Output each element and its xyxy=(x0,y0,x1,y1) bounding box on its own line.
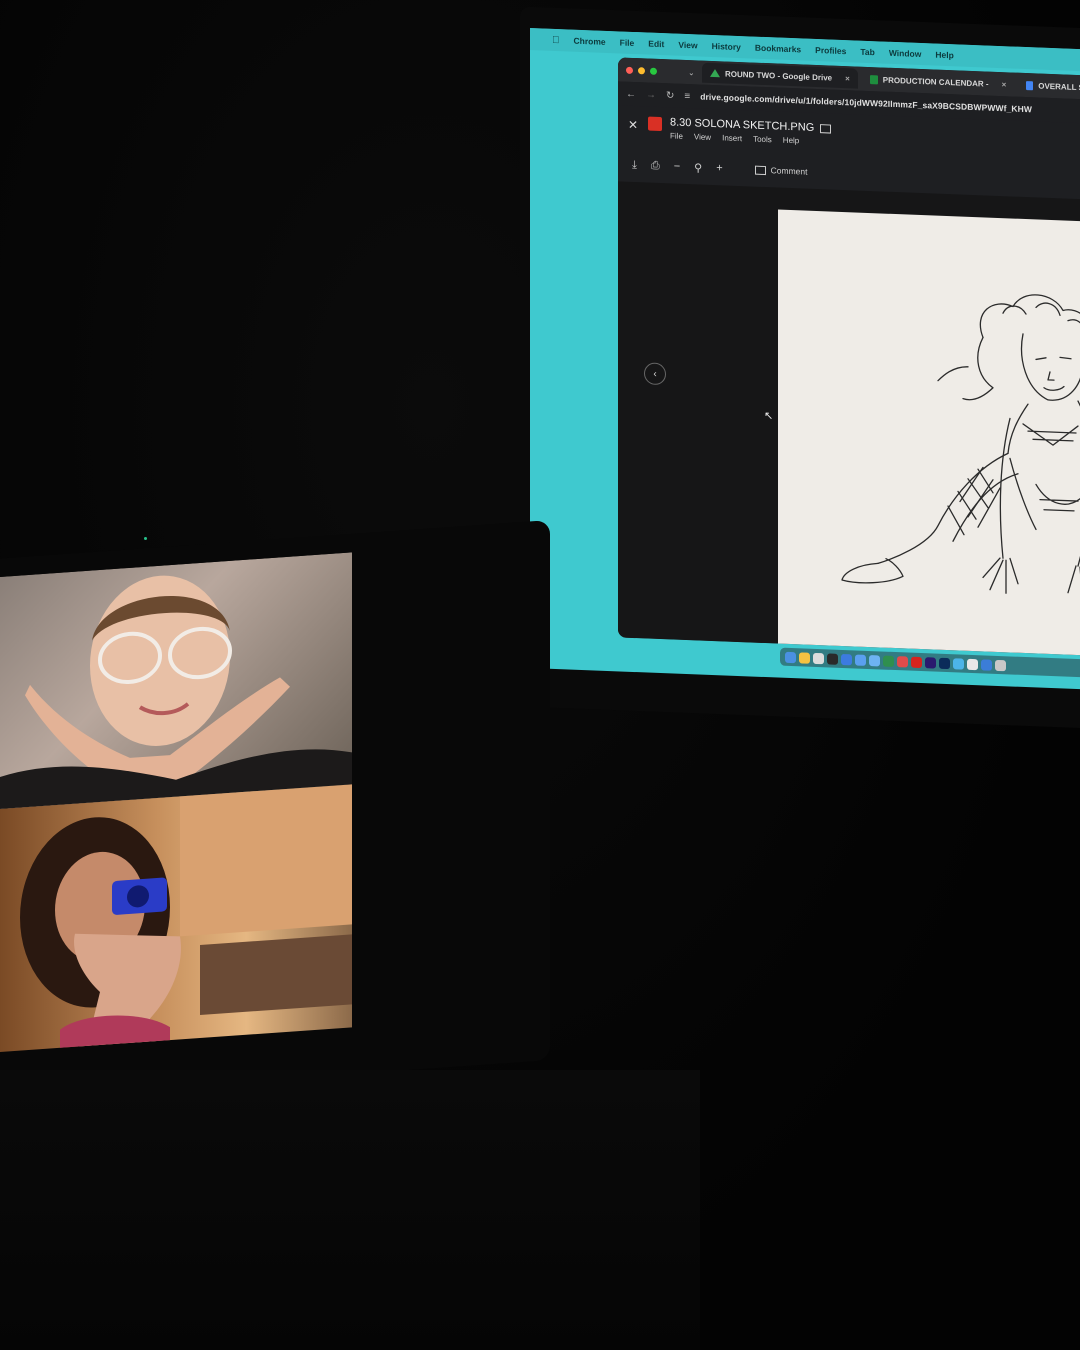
photo-scene:  Chrome File Edit View History Bookmark… xyxy=(0,0,1080,1350)
viewer-menu-tools[interactable]: Tools xyxy=(753,135,772,145)
app-icon[interactable] xyxy=(813,652,824,664)
menu-profiles[interactable]: Profiles xyxy=(815,45,846,56)
app-icon[interactable] xyxy=(953,657,964,670)
tab-label: PRODUCTION CALENDAR - xyxy=(882,75,989,89)
viewer-menu-help[interactable]: Help xyxy=(783,136,799,146)
close-window-button[interactable] xyxy=(626,66,633,74)
zoom-icon[interactable]: ⚲ xyxy=(694,161,702,174)
google-drive-icon xyxy=(710,68,720,78)
image-preview-area: ‹ ↖ xyxy=(618,181,1080,658)
app-icon[interactable] xyxy=(827,652,838,665)
monitor-screen:  Chrome File Edit View History Bookmark… xyxy=(530,28,1080,691)
chrome-window: ⌄ ROUND TWO - Google Drive × PRODUCTION … xyxy=(618,57,1080,658)
zoom-window-button[interactable] xyxy=(650,67,657,75)
app-icon[interactable] xyxy=(981,658,992,671)
tab-label: OVERALL S xyxy=(1038,81,1080,92)
acrobat-icon[interactable] xyxy=(911,656,922,668)
menu-help[interactable]: Help xyxy=(935,50,953,61)
print-icon[interactable]: ⎙ xyxy=(651,159,660,172)
app-icon[interactable] xyxy=(841,653,852,665)
character-sketch-drawing xyxy=(841,294,1080,602)
google-sheets-icon xyxy=(869,74,878,84)
app-icon[interactable] xyxy=(897,655,908,668)
tab-search-chevron-icon[interactable]: ⌄ xyxy=(688,68,702,78)
menu-file[interactable]: File xyxy=(620,37,635,48)
viewer-menu-insert[interactable]: Insert xyxy=(722,133,742,143)
previous-file-button[interactable]: ‹ xyxy=(644,362,666,386)
close-viewer-icon[interactable]: ✕ xyxy=(618,109,648,132)
image-file-icon xyxy=(648,116,662,132)
photoshop-icon[interactable] xyxy=(939,657,950,669)
download-icon[interactable]: ⤓ xyxy=(632,158,637,171)
menu-chrome[interactable]: Chrome xyxy=(574,36,606,47)
tab-label: ROUND TWO - Google Drive xyxy=(725,68,833,83)
menu-tab[interactable]: Tab xyxy=(860,47,874,58)
google-docs-icon xyxy=(1026,80,1034,90)
participant-video-top[interactable] xyxy=(0,552,352,809)
menu-history[interactable]: History xyxy=(712,41,741,52)
minimize-window-button[interactable] xyxy=(638,66,645,74)
comment-button[interactable]: Comment xyxy=(754,165,808,177)
finder-icon[interactable] xyxy=(785,651,796,663)
mouse-cursor-icon: ↖ xyxy=(764,409,774,423)
premiere-icon[interactable] xyxy=(925,656,936,669)
menu-view[interactable]: View xyxy=(678,40,697,51)
close-tab-icon[interactable]: × xyxy=(845,74,850,83)
tab-overall[interactable]: OVERALL S xyxy=(1018,75,1080,98)
comment-icon xyxy=(754,165,766,175)
zoom-out-icon[interactable]: − xyxy=(674,161,680,173)
window-controls xyxy=(618,66,688,76)
menu-window[interactable]: Window xyxy=(889,48,922,59)
participant-camera-feed xyxy=(20,784,352,1052)
viewer-menu-file[interactable]: File xyxy=(670,131,683,140)
app-icon[interactable] xyxy=(855,653,866,666)
forward-arrow-icon[interactable]: → xyxy=(646,89,656,100)
comment-label: Comment xyxy=(770,165,808,177)
move-to-drive-icon[interactable] xyxy=(820,123,832,134)
apple-icon[interactable]:  xyxy=(552,34,560,45)
app-icon[interactable] xyxy=(869,654,880,666)
participant-video-bottom[interactable] xyxy=(0,784,352,1052)
reload-icon[interactable]: ↻ xyxy=(666,90,674,101)
app-icon[interactable] xyxy=(967,658,978,670)
url-field[interactable]: drive.google.com/drive/u/1/folders/10jdW… xyxy=(700,92,1032,115)
participant-glasses-feed xyxy=(0,575,352,809)
trash-icon[interactable] xyxy=(995,659,1006,671)
video-call-window xyxy=(0,552,352,1052)
viewer-menu-view[interactable]: View xyxy=(694,132,711,142)
chrome-icon[interactable] xyxy=(799,651,810,664)
file-title-block: 8.30 SOLONA SKETCH.PNG File View Insert … xyxy=(670,111,832,146)
menu-bookmarks[interactable]: Bookmarks xyxy=(755,43,801,55)
close-tab-icon[interactable]: × xyxy=(1002,80,1007,89)
back-arrow-icon[interactable]: ← xyxy=(626,88,636,99)
laptop-keyboard xyxy=(0,1070,700,1350)
site-settings-icon[interactable]: ≡ xyxy=(684,90,690,101)
app-icon[interactable] xyxy=(883,655,894,667)
webcam-indicator xyxy=(144,537,147,540)
menu-edit[interactable]: Edit xyxy=(648,39,664,50)
zoom-in-icon[interactable]: + xyxy=(716,162,722,174)
sketch-image xyxy=(778,209,1080,658)
